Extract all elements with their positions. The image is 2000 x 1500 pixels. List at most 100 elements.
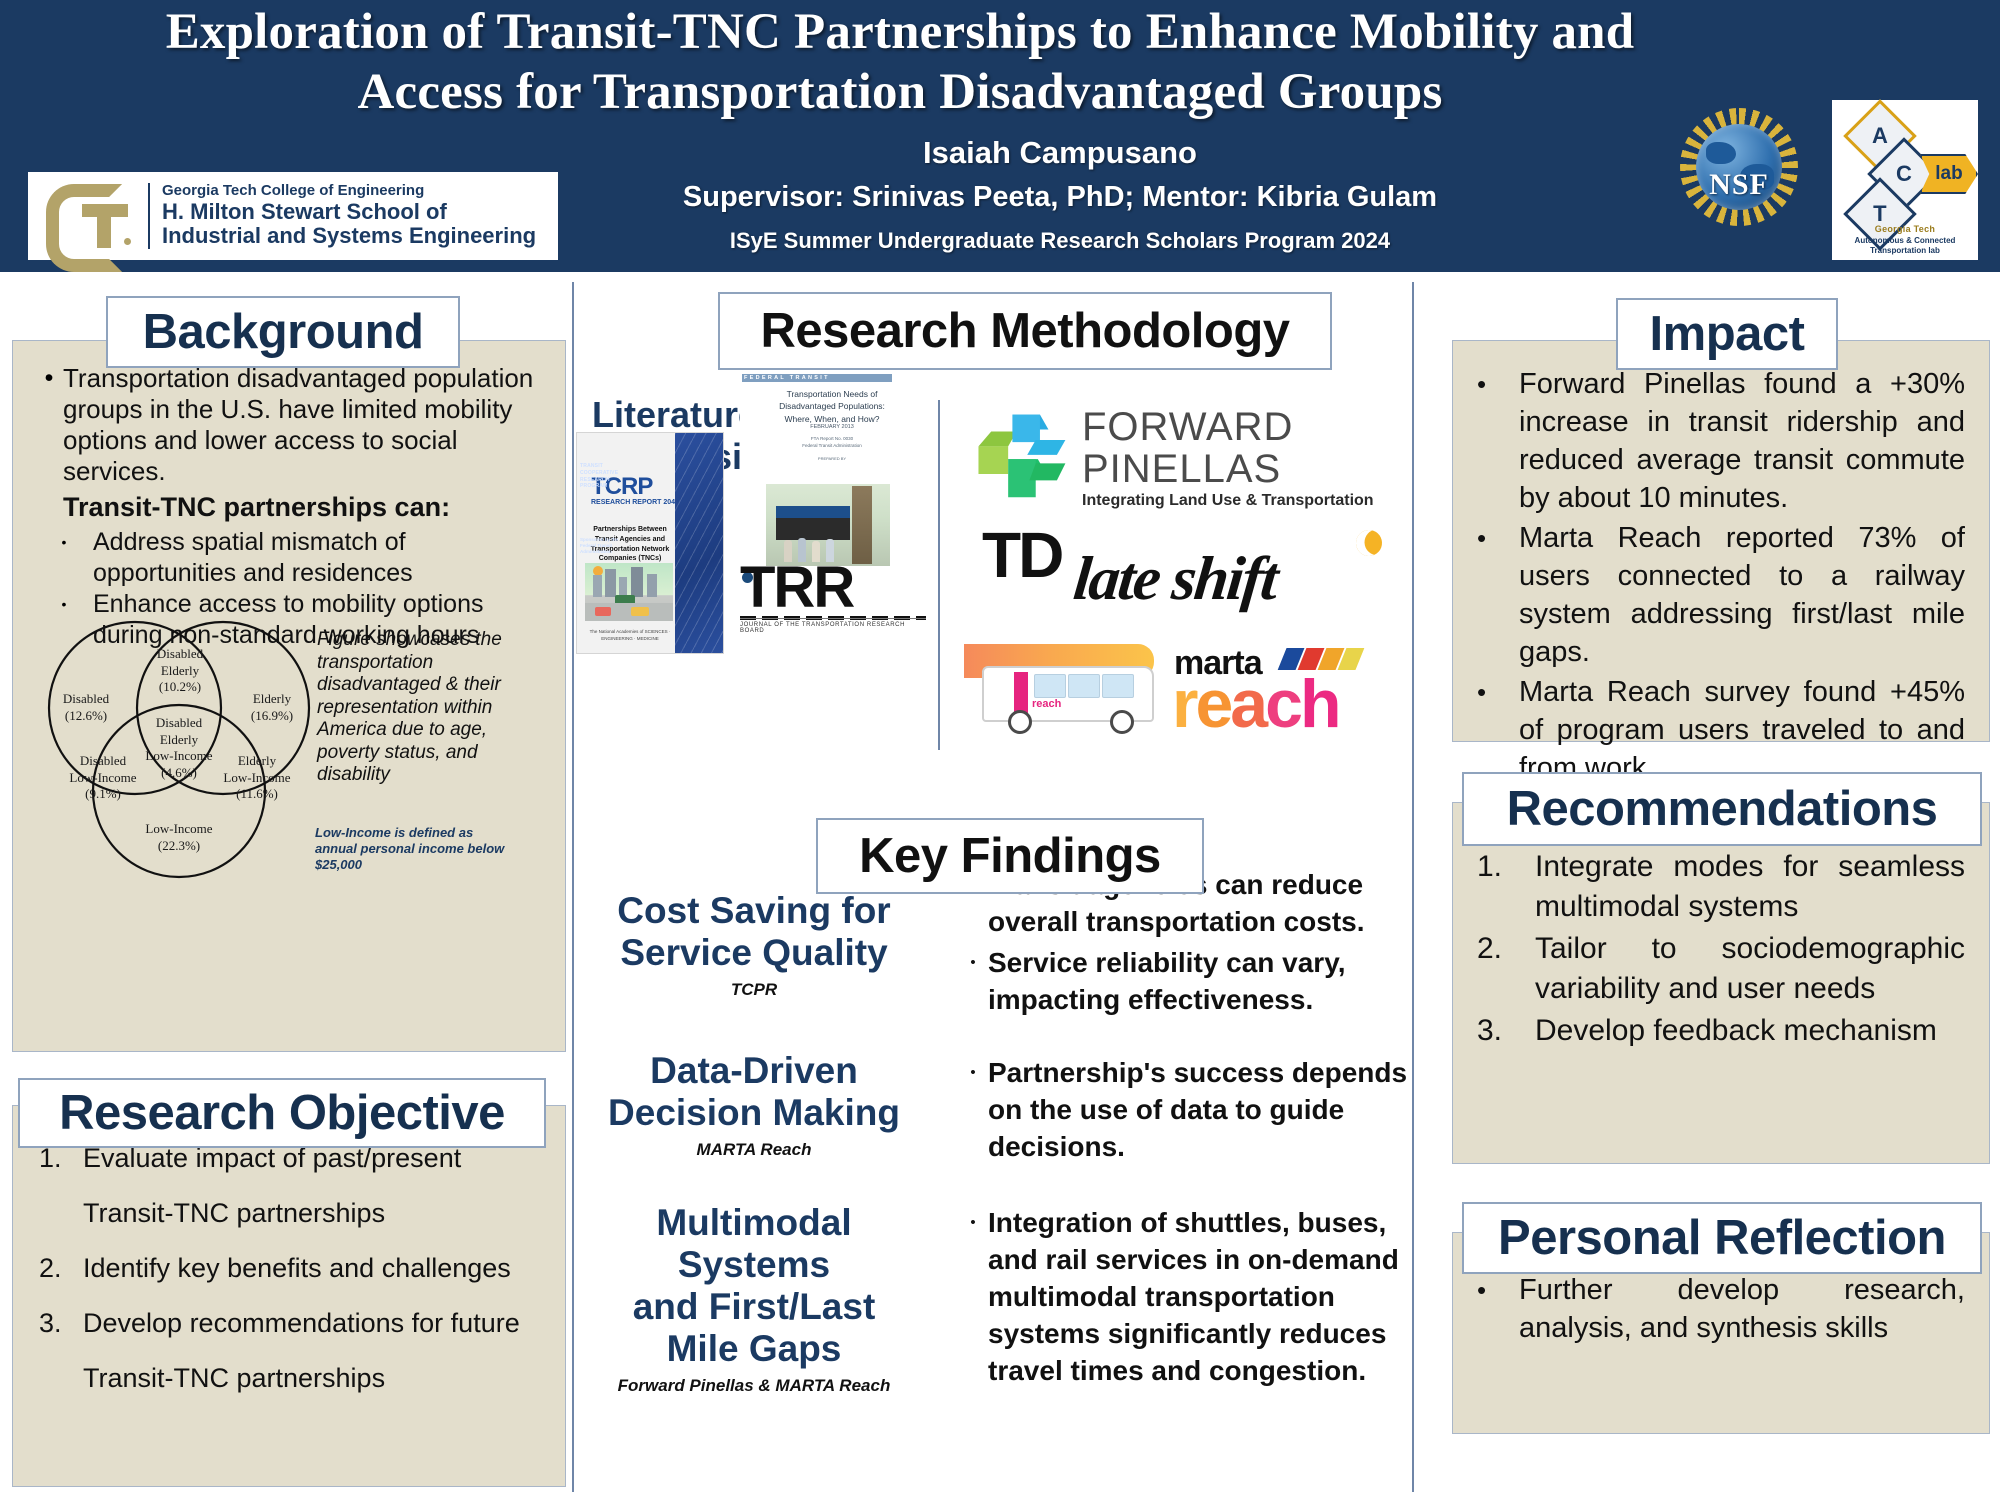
- logo-divider: [148, 183, 150, 249]
- act-sub-line2: Transportation lab: [1870, 246, 1940, 255]
- list-item: • Partnership's success depends on the u…: [958, 1054, 1408, 1165]
- tcrp-spine-sponsor: Sponsored by the Federal Transit Adminis…: [580, 537, 619, 555]
- venn-caption: Figure showcases the transportation disa…: [317, 629, 502, 785]
- tcrp-report-number: RESEARCH REPORT 204: [591, 499, 676, 506]
- trr-subtitle: JOURNAL OF THE TRANSPORTATION RESEARCH B…: [740, 622, 906, 634]
- trr-journal-logo: TRR JOURNAL OF THE TRANSPORTATION RESEAR…: [740, 554, 930, 634]
- list-item: Transit-TNC partnerships: [39, 1352, 544, 1404]
- bullet-icon: •: [44, 364, 54, 392]
- ro-item-text: Develop recommendations for future: [83, 1308, 520, 1338]
- author-name: Isaiah Campusano: [923, 135, 1197, 170]
- key-finding-bullets-2: • Partnership's success depends on the u…: [958, 1054, 1408, 1169]
- georgia-tech-logo: Georgia Tech College of Engineering H. M…: [28, 172, 558, 272]
- fta-agency-bar: FEDERAL TRANSIT ADMINISTRATION: [742, 374, 892, 389]
- impact-list: • Forward Pinellas found a +30% increase…: [1477, 365, 1965, 789]
- marta-reach-logo: reach marta reach: [964, 626, 1394, 746]
- kf2-line1: Data-Driven: [650, 1050, 858, 1091]
- crescent-moon-icon: [1351, 525, 1387, 561]
- background-heading: Background: [106, 296, 460, 368]
- research-objective-list: 1. Evaluate impact of past/present Trans…: [39, 1132, 544, 1407]
- forward-pinellas-wordmark: FORWARD PINELLAS Integrating Land Use & …: [1082, 406, 1374, 510]
- act-lab-logo: A C T lab Georgia Tech Autonomous & Conn…: [1830, 98, 1980, 262]
- tcrp-spine-program: TRANSIT COOPERATIVE RESEARCH PROGRAM: [580, 463, 619, 490]
- impact-bullet-1: Forward Pinellas found a +30% increase i…: [1519, 368, 1965, 514]
- rec-number-1: 1.: [1477, 850, 1503, 883]
- venn-label-elderly: Elderly (16.9%): [250, 691, 294, 723]
- kf3-line3: Mile Gaps: [666, 1328, 842, 1369]
- list-item: • Marta Reach survey found +45% of progr…: [1477, 673, 1965, 787]
- act-gt-line: Georgia Tech: [1874, 224, 1936, 234]
- recommendations-heading: Recommendations: [1462, 772, 1982, 846]
- column-divider-left: [572, 282, 574, 1492]
- list-item: 1. Integrate modes for seamless multimod…: [1477, 847, 1965, 927]
- nsf-label: NSF: [1709, 168, 1769, 201]
- key-finding-title-1: Cost Saving for Service Quality TCPR: [578, 890, 930, 1000]
- poster-title-block: Exploration of Transit-TNC Partnerships …: [100, 2, 1700, 122]
- sub-bullet-icon: •: [61, 534, 67, 550]
- td-late-shift-logo: TD late shift: [970, 518, 1390, 628]
- impact-heading: Impact: [1616, 298, 1838, 370]
- background-sub-bullet-1-text: Address spatial mismatch of opportunitie…: [93, 528, 413, 587]
- reach-wordmark: reach: [1172, 666, 1341, 742]
- methodology-vertical-divider: [938, 400, 940, 750]
- list-item: 3. Develop feedback mechanism: [1477, 1011, 1965, 1051]
- venn-label-lowincome: Low-Income (22.3%): [145, 821, 213, 853]
- impact-panel: • Forward Pinellas found a +30% increase…: [1452, 340, 1990, 784]
- trr-logo-text: TRR: [740, 555, 855, 620]
- venn-label-disabled: Disabled (12.6%): [62, 691, 110, 723]
- forward-pinellas-logo: FORWARD PINELLAS Integrating Land Use & …: [970, 400, 1390, 518]
- ro-item-text: Transit-TNC partnerships: [83, 1363, 386, 1393]
- venn-label-elderly-lowincome: Elderly Low-Income (11.6%): [223, 753, 291, 802]
- list-item: 2. Identify key benefits and challenges: [39, 1242, 544, 1294]
- program-name: ISyE Summer Undergraduate Research Schol…: [729, 228, 1391, 253]
- bullet-icon: •: [1477, 369, 1487, 399]
- rec-text-2: Tailor to sociodemographic variability a…: [1535, 932, 1965, 1005]
- bullet-icon: •: [1477, 677, 1487, 707]
- key-finding-bullets-3: • Integration of shuttles, buses, and ra…: [958, 1204, 1408, 1393]
- venn-definition-note: Low-Income is defined as annual personal…: [315, 825, 505, 872]
- late-shift-text: late shift: [1070, 545, 1280, 613]
- ro-item-text: Identify key benefits and challenges: [83, 1253, 511, 1283]
- key-findings-heading: Key Findings: [816, 818, 1204, 894]
- ro-item-number: [39, 1352, 83, 1404]
- personal-reflection-bullet-1: Further develop research, analysis, and …: [1519, 1274, 1965, 1344]
- kf2-line2: Decision Making: [608, 1092, 900, 1133]
- ro-item-number: 3.: [39, 1308, 62, 1338]
- tcrp-cover-illustration: [585, 563, 673, 621]
- kf1-line1: Cost Saving for: [617, 890, 891, 931]
- personal-reflection-heading: Personal Reflection: [1462, 1202, 1982, 1274]
- kf3-line2: and First/Last: [632, 1286, 876, 1327]
- background-sub-bullet-1: • Address spatial mismatch of opportunit…: [35, 527, 550, 589]
- ro-item-number: [39, 1187, 83, 1239]
- rec-number-3: 3.: [1477, 1014, 1503, 1047]
- venn-label-disabled-elderly: Disabled Elderly (10.2%): [156, 646, 204, 695]
- tcrp-footer-text: The National Academies of SCIENCES · ENG…: [589, 629, 671, 641]
- act-lab-text: lab: [1935, 163, 1963, 184]
- kf2-bullet1: Partnership's success depends on the use…: [988, 1057, 1408, 1162]
- gt-logo-text: Georgia Tech College of Engineering H. M…: [162, 182, 536, 249]
- fta-report-title: Transportation Needs of Disadvantaged Po…: [779, 389, 885, 424]
- methodology-heading: Research Methodology: [718, 292, 1332, 370]
- kf1-bullet2: Service reliability can vary, impacting …: [988, 947, 1346, 1015]
- fp-line2: PINELLAS: [1082, 447, 1282, 491]
- ro-item-number: 2.: [39, 1253, 62, 1283]
- list-item: Transit-TNC partnerships: [39, 1187, 544, 1239]
- recommendations-list: 1. Integrate modes for seamless multimod…: [1477, 847, 1965, 1053]
- nsf-logo: NSF: [1680, 108, 1798, 226]
- bullet-icon: •: [1477, 1275, 1487, 1305]
- fp-tagline: Integrating Land Use & Transportation: [1082, 492, 1374, 509]
- td-text: TD: [982, 519, 1064, 591]
- venn-label-disabled-lowincome: Disabled Low-Income (9.1%): [69, 753, 137, 802]
- tcrp-spine: [675, 433, 723, 653]
- background-body: • Transportation disadvantaged populatio…: [35, 363, 550, 651]
- list-item: 2. Tailor to sociodemographic variabilit…: [1477, 929, 1965, 1009]
- bullet-icon: •: [1477, 523, 1487, 553]
- background-lead: Transit-TNC partnerships can:: [63, 492, 451, 522]
- impact-bullet-2: Marta Reach reported 73% of users connec…: [1519, 522, 1965, 668]
- list-item: • Further develop research, analysis, an…: [1477, 1271, 1965, 1347]
- bus-reach-label: reach: [1032, 698, 1062, 710]
- marta-reach-bus-illustration: reach: [964, 644, 1160, 734]
- kf2-source: MARTA Reach: [696, 1140, 812, 1159]
- bullet-icon: •: [970, 1214, 976, 1231]
- ro-item-text: Transit-TNC partnerships: [83, 1198, 386, 1228]
